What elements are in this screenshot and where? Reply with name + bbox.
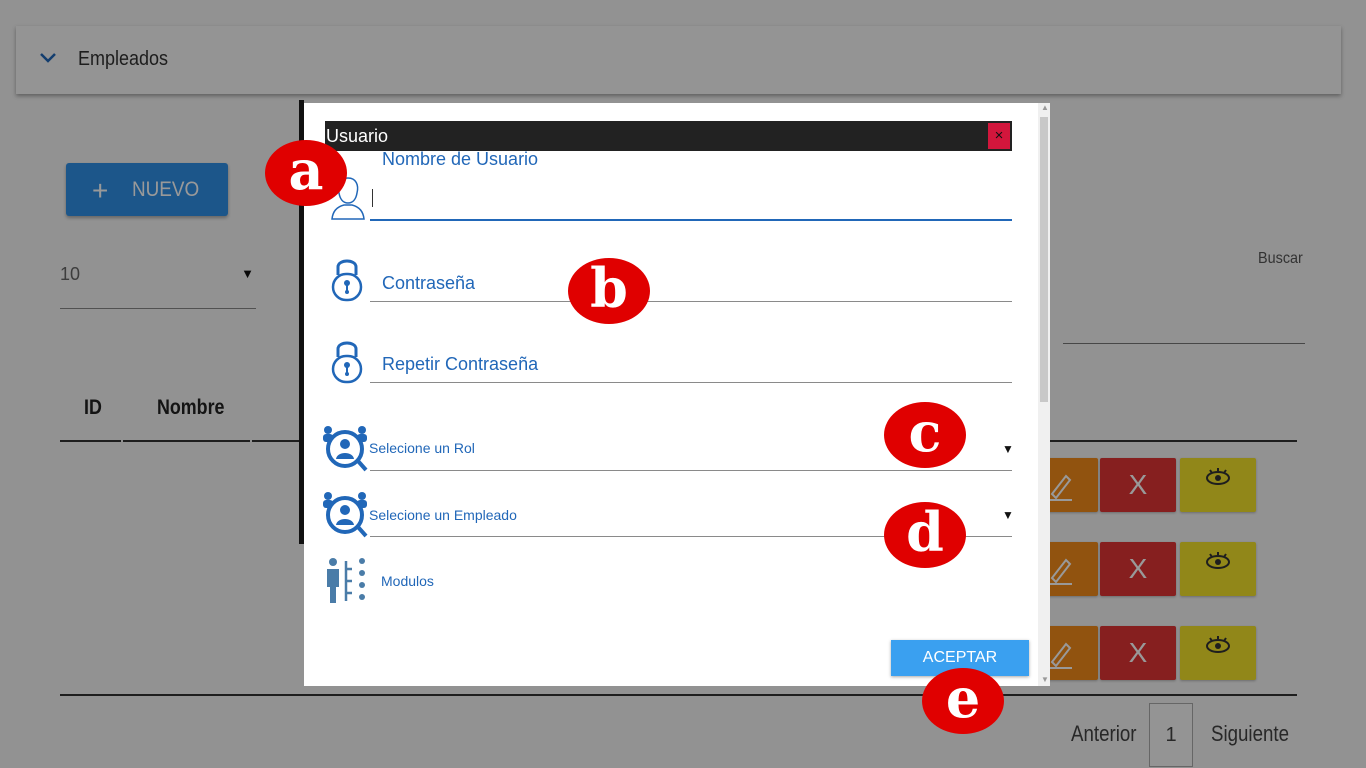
scrollbar-thumb[interactable] <box>1040 117 1048 402</box>
modules-label[interactable]: Modulos <box>381 573 434 589</box>
lock-icon <box>331 259 363 302</box>
scroll-down-icon[interactable]: ▼ <box>1041 675 1049 684</box>
dropdown-arrow-icon: ▼ <box>1002 442 1014 456</box>
password-label: Contraseña <box>382 273 476 293</box>
lock-icon <box>331 341 363 384</box>
annotation-marker-e: e <box>922 668 1004 734</box>
username-input[interactable] <box>370 219 1012 221</box>
username-label: Nombre de Usuario <box>382 149 539 169</box>
annotation-marker-a: a <box>265 140 347 206</box>
modal-title-bar: Usuario × <box>325 121 1012 151</box>
annotation-marker-b: b <box>568 258 650 324</box>
text-cursor <box>372 189 373 207</box>
dropdown-arrow-icon: ▼ <box>1002 508 1014 522</box>
repeat-password-label: Repetir Contraseña <box>382 354 539 374</box>
role-icon <box>323 426 368 472</box>
close-button[interactable]: × <box>988 123 1010 149</box>
modal-scrollbar[interactable]: ▲ ▼ <box>1038 103 1050 686</box>
employee-icon <box>323 492 368 538</box>
repeat-password-input[interactable] <box>370 382 1012 383</box>
modules-icon <box>327 558 365 603</box>
employee-select-placeholder: Selecione un Empleado <box>369 507 517 523</box>
role-select[interactable] <box>370 470 1012 471</box>
role-select-placeholder: Selecione un Rol <box>369 440 475 456</box>
annotation-marker-c: c <box>884 402 966 468</box>
user-modal: ▲ ▼ Usuario × Nombre de Usuario Contrase… <box>304 103 1050 686</box>
scroll-up-icon[interactable]: ▲ <box>1041 103 1049 112</box>
close-icon: × <box>994 127 1004 144</box>
password-input[interactable] <box>370 301 1012 302</box>
modal-title: Usuario <box>326 126 389 146</box>
annotation-marker-d: d <box>884 502 966 568</box>
